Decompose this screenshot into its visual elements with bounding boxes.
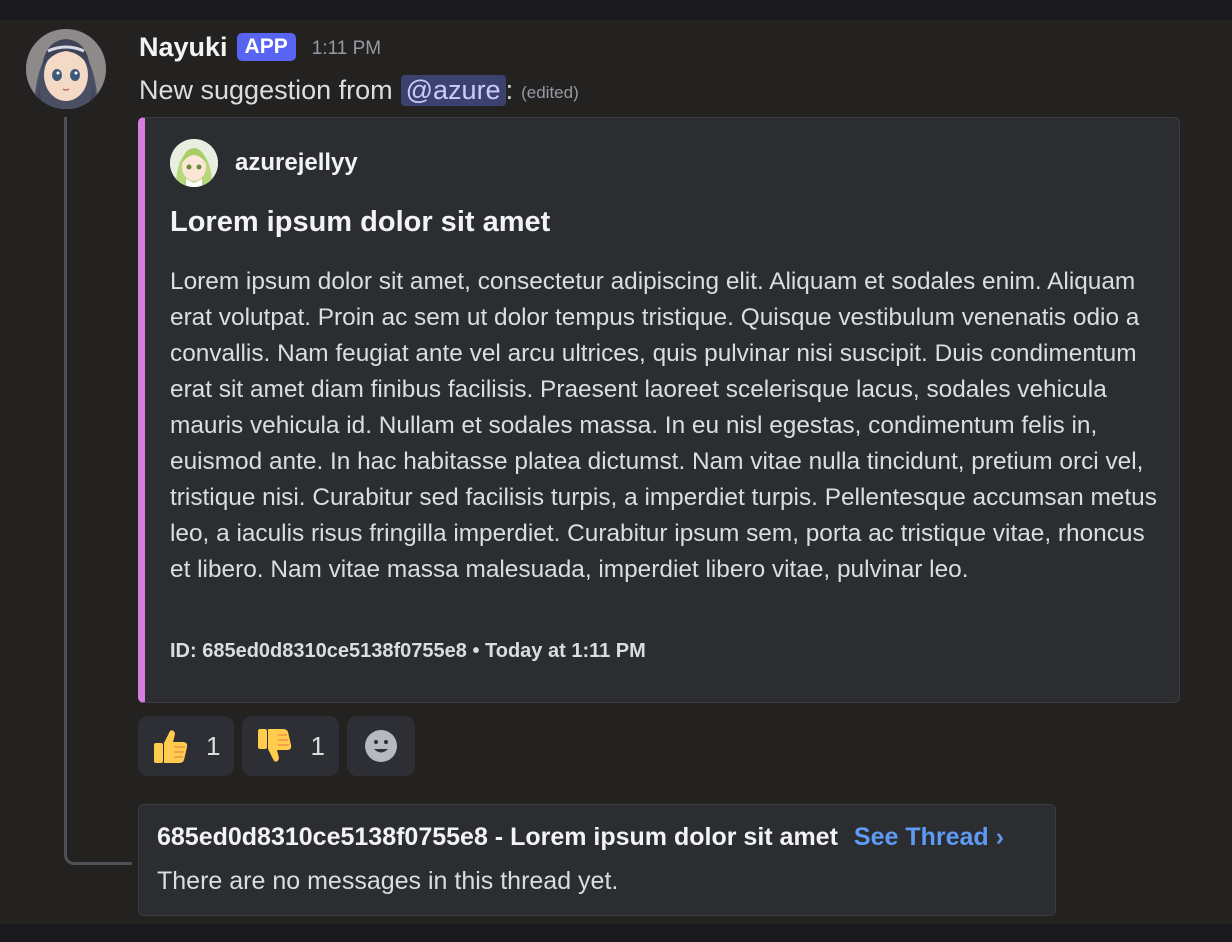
reaction-thumbs-up[interactable]: 1 [138, 716, 235, 776]
anime-avatar-icon [26, 29, 106, 109]
embed-description: Lorem ipsum dolor sit amet, consectetur … [170, 268, 1157, 583]
message-content: New suggestion from @azure : (edited) [139, 70, 579, 110]
user-mention[interactable]: @azure [400, 74, 506, 106]
author-name[interactable]: Nayuki [139, 32, 228, 63]
smiley-icon [364, 730, 397, 762]
top-bar [0, 0, 1232, 20]
see-thread-link[interactable]: See Thread › [854, 823, 1004, 852]
thread-title-row: 685ed0d8310ce5138f0755e8 - Lorem ipsum d… [157, 823, 1004, 852]
message-timestamp[interactable]: 1:11 PM [312, 38, 381, 60]
embed-author: azurejellyy [170, 139, 358, 187]
thread-preview-card[interactable]: 685ed0d8310ce5138f0755e8 - Lorem ipsum d… [138, 804, 1056, 916]
message-header: Nayuki APP 1:11 PM [139, 30, 381, 64]
suggestion-embed: azurejellyy Lorem ipsum dolor sit amet L… [138, 117, 1180, 703]
reaction-thumbs-down[interactable]: 1 [242, 716, 339, 776]
thread-connector-line [64, 117, 132, 865]
thread-title[interactable]: 685ed0d8310ce5138f0755e8 - Lorem ipsum d… [157, 823, 838, 852]
thumbs-down-icon [258, 729, 292, 762]
embed-footer: ID: 685ed0d8310ce5138f0755e8 • Today at … [170, 640, 646, 662]
bottom-bar [0, 924, 1232, 942]
embed-author-avatar [170, 139, 218, 187]
thread-empty-text: There are no messages in this thread yet… [157, 867, 619, 895]
thumbs-up-icon [154, 730, 188, 763]
add-reaction-button[interactable] [346, 716, 415, 776]
reaction-count: 1 [206, 730, 221, 761]
message-text: New suggestion from [139, 74, 393, 105]
message-text-suffix: : [505, 74, 514, 105]
anime-avatar-icon [170, 139, 218, 187]
reaction-count: 1 [310, 730, 325, 761]
embed-author-name[interactable]: azurejellyy [235, 149, 358, 177]
app-badge: APP [236, 33, 296, 61]
author-avatar[interactable] [26, 29, 106, 109]
embed-title: Lorem ipsum dolor sit amet [170, 206, 551, 238]
edited-label: (edited) [521, 83, 579, 102]
reactions-bar: 1 1 [138, 716, 423, 776]
